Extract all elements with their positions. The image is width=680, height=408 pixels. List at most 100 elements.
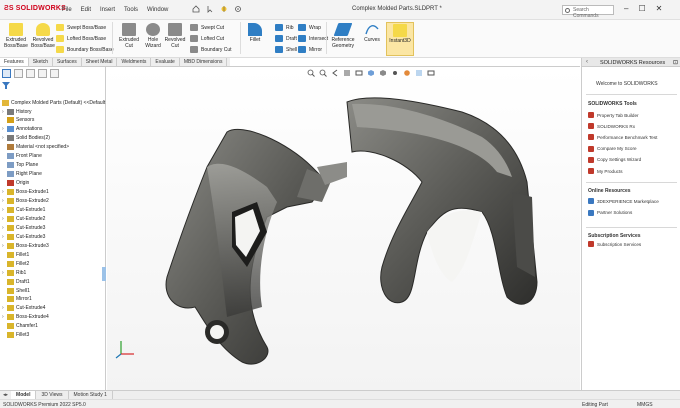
resource-link[interactable]: Partner Solutions	[588, 209, 632, 216]
swept-cut-button[interactable]: Swept Cut	[190, 24, 224, 31]
tree-item[interactable]: Material <not specified>	[2, 143, 69, 152]
zoom-to-fit-icon[interactable]	[307, 69, 315, 77]
tree-item[interactable]: › Cut-Extrude2	[2, 214, 45, 223]
curves-button[interactable]: Curves	[360, 23, 384, 43]
zoom-area-icon[interactable]	[319, 69, 327, 77]
boundary-boss-button[interactable]: Boundary Boss/Base	[56, 46, 114, 53]
search-commands-box[interactable]: Search Commands	[562, 5, 614, 19]
swept-boss-button[interactable]: Swept Boss/Base	[56, 24, 106, 31]
tree-item[interactable]: › Cut-Extrude3	[2, 232, 45, 241]
close-button[interactable]: ✕	[656, 4, 663, 13]
fillet-button[interactable]: Fillet	[242, 23, 268, 43]
tree-item[interactable]: › Cut-Extrude1	[2, 205, 45, 214]
rib-button[interactable]: Rib	[275, 24, 294, 31]
menu-insert[interactable]: Insert	[100, 7, 115, 13]
tree-item[interactable]: › Boss-Extrude1	[2, 188, 49, 197]
resource-link[interactable]: SOLIDWORKS Rx	[588, 123, 635, 130]
tree-resize-handle[interactable]	[102, 267, 106, 281]
mirror-button[interactable]: Mirror	[298, 46, 322, 53]
resource-link[interactable]: My Products	[588, 168, 623, 174]
resource-link[interactable]: 3DEXPERIENCE Marketplace	[588, 198, 659, 204]
menu-file[interactable]: File	[62, 7, 72, 13]
shell-button[interactable]: Shell	[275, 46, 297, 53]
tree-item[interactable]: Right Plane	[2, 170, 42, 179]
tree-item[interactable]: › Solid Bodies(2)	[2, 134, 50, 143]
intersect-button[interactable]: Intersect	[298, 35, 328, 42]
tab-3d-views[interactable]: 3D Views	[36, 391, 69, 399]
app-logo[interactable]: ƧS SOLIDWORKS	[4, 5, 66, 12]
tab-motion-study[interactable]: Motion Study 1	[69, 391, 113, 399]
tree-item[interactable]: Mirror1	[2, 295, 32, 304]
configuration-manager-tab-icon[interactable]	[26, 69, 35, 78]
tree-item[interactable]: Fillet1	[2, 250, 29, 259]
lofted-boss-button[interactable]: Lofted Boss/Base	[56, 35, 106, 42]
edit-appearance-icon[interactable]	[403, 69, 411, 77]
revolved-cut-button[interactable]: Revolved Cut	[162, 23, 188, 49]
resource-link[interactable]: Copy Settings Wizard	[588, 156, 641, 163]
rebuild-icon[interactable]	[220, 5, 228, 13]
resource-link[interactable]: Subscription Services	[588, 241, 641, 247]
tree-item[interactable]: Fillet2	[2, 259, 29, 268]
menu-edit[interactable]: Edit	[81, 7, 91, 13]
maximize-button[interactable]: ☐	[638, 4, 645, 13]
dimxpert-tab-icon[interactable]	[38, 69, 47, 78]
units-button[interactable]: MMGS	[637, 402, 653, 408]
draft-button[interactable]: Draft	[275, 35, 297, 42]
tree-item[interactable]: Front Plane	[2, 152, 42, 161]
resource-link[interactable]: Property Tab Builder	[588, 112, 639, 118]
tree-item[interactable]: › Annotations	[2, 125, 42, 134]
menu-window[interactable]: Window	[147, 7, 168, 13]
resource-link[interactable]: Performance Benchmark Test	[588, 134, 657, 141]
tree-item[interactable]: Chamfer1	[2, 322, 38, 331]
extruded-cut-button[interactable]: Extruded Cut	[116, 23, 142, 49]
instant3d-button[interactable]: Instant3D	[386, 22, 414, 56]
graphics-area[interactable]	[107, 67, 580, 390]
minimize-button[interactable]: –	[624, 4, 628, 13]
previous-view-icon[interactable]	[331, 69, 339, 77]
tree-item[interactable]: › Cut-Extrude4	[2, 304, 45, 313]
tree-item[interactable]: Sensors	[2, 116, 34, 125]
back-arrow-icon[interactable]: ‹	[586, 59, 588, 65]
tree-item[interactable]: Origin	[2, 179, 29, 188]
options-icon[interactable]	[234, 5, 242, 13]
view-orientation-icon[interactable]	[367, 69, 375, 77]
pane-close-icon[interactable]: ⊡	[673, 59, 678, 66]
lofted-cut-button[interactable]: Lofted Cut	[190, 35, 224, 42]
tree-item[interactable]: Draft1	[2, 277, 30, 286]
tree-item[interactable]: Shell1	[2, 286, 30, 295]
tree-item[interactable]: › Boss-Extrude3	[2, 241, 49, 250]
filter-icon[interactable]	[2, 82, 10, 89]
tree-item[interactable]: › Boss-Extrude4	[2, 313, 49, 322]
display-manager-tab-icon[interactable]	[50, 69, 59, 78]
pointer-icon[interactable]	[206, 5, 214, 13]
molded-part-right[interactable]	[332, 92, 572, 352]
hide-show-items-icon[interactable]	[391, 69, 399, 77]
tree-item[interactable]: Top Plane	[2, 161, 38, 170]
extruded-boss-button[interactable]: Extruded Boss/Base	[3, 23, 29, 49]
tree-item[interactable]: › Rib1	[2, 268, 26, 277]
revolved-boss-button[interactable]: Revolved Boss/Base	[30, 23, 56, 49]
feature-manager-tab-icon[interactable]	[2, 69, 11, 78]
resource-link[interactable]: Compare My Score	[588, 145, 637, 152]
dynamic-annotation-icon[interactable]	[355, 69, 363, 77]
display-style-icon[interactable]	[379, 69, 387, 77]
tree-item[interactable]: › Boss-Extrude2	[2, 197, 49, 206]
menu-tools[interactable]: Tools	[124, 7, 138, 13]
feature-icon	[7, 233, 14, 240]
apply-scene-icon[interactable]	[415, 69, 423, 77]
tab-scroll-left-icon[interactable]: ◂▸	[0, 391, 11, 399]
tree-item[interactable]: › Cut-Extrude3	[2, 223, 45, 232]
welcome-link[interactable]: Welcome to SOLIDWORKS	[596, 81, 658, 87]
tab-model[interactable]: Model	[11, 391, 37, 399]
home-icon[interactable]	[192, 5, 200, 13]
reference-geometry-button[interactable]: Reference Geometry	[328, 23, 358, 49]
view-settings-icon[interactable]	[427, 69, 435, 77]
tree-item[interactable]: Fillet3	[2, 331, 29, 340]
section-view-icon[interactable]	[343, 69, 351, 77]
tree-item[interactable]: › History	[2, 107, 32, 116]
reference-geometry-icon	[333, 23, 353, 36]
tree-root[interactable]: Complex Molded Parts (Default) <<Default	[2, 98, 105, 107]
boundary-cut-button[interactable]: Boundary Cut	[190, 46, 232, 53]
wrap-button[interactable]: Wrap	[298, 24, 321, 31]
property-manager-tab-icon[interactable]	[14, 69, 23, 78]
